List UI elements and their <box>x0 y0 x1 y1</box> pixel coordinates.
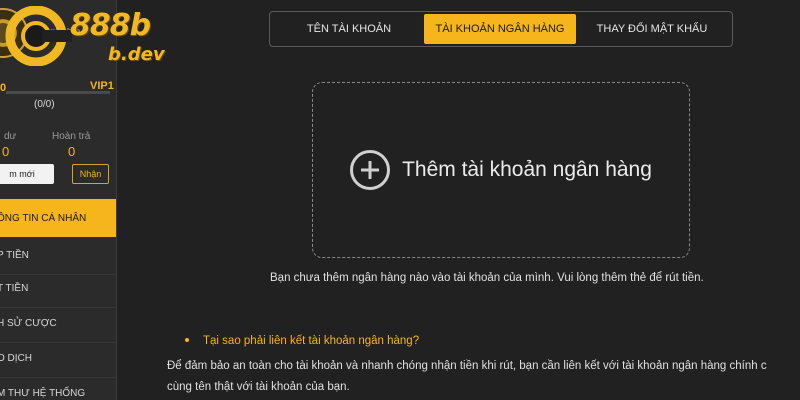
refund-label: Hoàn trả <box>52 131 91 142</box>
faq-answer: Để đảm bảo an toàn cho tài khoản và nhan… <box>167 356 800 398</box>
sidebar-item-withdraw[interactable]: T TIỀN <box>0 270 116 308</box>
sidebar-item-personal-info[interactable]: ỒNG TIN CÁ NHÂN <box>0 199 116 237</box>
add-bank-button[interactable]: Thêm tài khoản ngân hàng <box>312 82 690 258</box>
tab-bank-account[interactable]: TÀI KHOẢN NGÂN HÀNG <box>424 14 576 44</box>
logo-domain: b.dev <box>108 44 165 65</box>
logo-emblem-icon <box>5 6 72 66</box>
new-button[interactable]: m mới <box>0 164 54 184</box>
sidebar-item-system-mail[interactable]: M THƯ HỆ THỐNG <box>0 375 116 400</box>
refund-value: 0 <box>68 144 76 159</box>
sidebar-item-bet-history[interactable]: H SỬ CƯỢC <box>0 305 116 343</box>
receive-button[interactable]: Nhận <box>72 164 109 184</box>
sidebar-item-label: P TIỀN <box>0 250 29 261</box>
faq-answer-line: Để đảm bảo an toàn cho tài khoản và nhan… <box>167 360 767 372</box>
account-tabs: TÊN TÀI KHOẢN TÀI KHOẢN NGÂN HÀNG THAY Đ… <box>269 11 733 47</box>
tab-change-password[interactable]: THAY ĐỔI MẬT KHẨU <box>576 14 728 44</box>
vip-progress-bar <box>6 91 110 94</box>
balance-value: 0 <box>2 144 10 159</box>
vip-progress-text: (0/0) <box>34 99 55 110</box>
no-bank-notice: Bạn chưa thêm ngân hàng nào vào tài khoả… <box>270 272 704 284</box>
plus-circle-icon <box>350 150 391 190</box>
sidebar-item-label: T TIỀN <box>0 283 29 294</box>
bullet-icon <box>185 338 189 342</box>
faq-question-text: Tại sao phải liên kết tài khoản ngân hàn… <box>203 335 420 347</box>
faq-answer-line: cùng tên thật với tài khoản của bạn. <box>167 381 350 393</box>
sidebar-item-label: ỒNG TIN CÁ NHÂN <box>0 212 87 224</box>
sidebar-item-label: O DỊCH <box>0 353 32 364</box>
sidebar-item-transactions[interactable]: O DỊCH <box>0 340 116 378</box>
faq-question: Tại sao phải liên kết tài khoản ngân hàn… <box>167 335 419 347</box>
sidebar-item-label: M THƯ HỆ THỐNG <box>0 388 86 399</box>
balance-label: dư <box>4 131 17 142</box>
tab-account-name[interactable]: TÊN TÀI KHOẢN <box>274 14 424 44</box>
logo-text: 888b <box>70 8 151 43</box>
sidebar-item-label: H SỬ CƯỢC <box>0 318 57 329</box>
brand-logo: 888b b.dev <box>0 0 165 72</box>
add-bank-label: Thêm tài khoản ngân hàng <box>402 158 652 181</box>
